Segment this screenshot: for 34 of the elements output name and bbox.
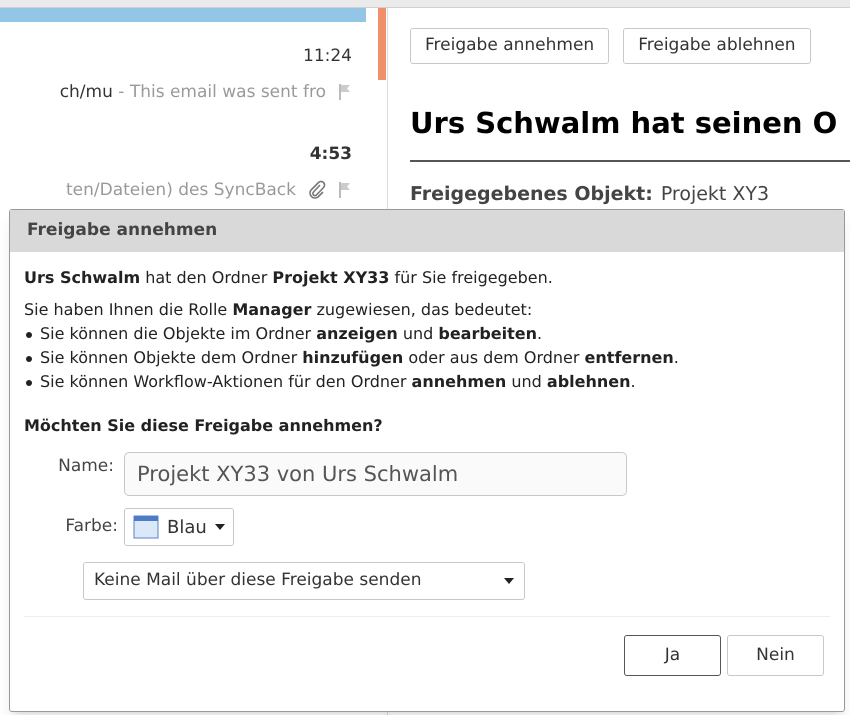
role-message: Sie haben Ihnen die Rolle Manager zugewiesen, das bedeutet: <box>24 299 534 321</box>
action-button[interactable]: Freigabe ablehnen <box>623 28 811 64</box>
action-button[interactable]: Freigabe annehmen <box>410 28 610 64</box>
message-heading: Urs Schwalm hat seinen O <box>410 105 838 142</box>
caret-icon <box>214 524 225 530</box>
mail-dropdown[interactable]: Keine Mail über diese Freigabe senden <box>83 562 525 600</box>
calendar-icon <box>133 515 159 539</box>
share-message: Urs Schwalm hat den Ordner Projekt XY33 für Sie freigegeben. <box>24 267 554 289</box>
name-label: Name: <box>57 455 115 478</box>
color-label: Farbe: <box>64 515 119 538</box>
flag-icon[interactable] <box>338 83 352 102</box>
color-dropdown[interactable]: Blau <box>124 508 234 546</box>
bullet-icon <box>26 332 32 338</box>
permission-text: Sie können die Objekte im Ordner anzeigen und bearbeiten. <box>40 323 542 345</box>
question: Möchten Sie diese Freigabe annehmen? <box>24 415 384 437</box>
message-preview: ten/Dateien) des SyncBack <box>66 178 296 202</box>
flag-icon[interactable] <box>338 181 352 200</box>
message-time: 4:53 <box>310 143 352 166</box>
bullet-icon <box>26 356 32 362</box>
message-row[interactable] <box>0 8 366 22</box>
message-time: 11:24 <box>303 45 352 68</box>
detail-value: Projekt XY3 <box>660 182 770 206</box>
dialog-title: Freigabe annehmen <box>10 210 844 252</box>
dialog-button[interactable]: Ja <box>624 635 721 676</box>
paperclip-icon <box>308 180 326 200</box>
caret-icon <box>504 578 514 584</box>
name-field[interactable]: Projekt XY33 von Urs Schwalm <box>124 452 627 496</box>
message-preview: ch/mu - This email was sent fro <box>60 80 326 104</box>
bullet-icon <box>26 380 32 386</box>
permission-text: Sie können Objekte dem Ordner hinzufügen oder aus dem Ordner entfernen. <box>40 347 679 369</box>
scrollbar-thumb[interactable] <box>378 8 386 80</box>
detail-label: Freigegebenes Objekt: <box>410 182 653 206</box>
dialog-button[interactable]: Nein <box>727 635 824 676</box>
permission-text: Sie können Workflow-Aktionen für den Ordner annehmen und ablehnen. <box>40 371 636 393</box>
